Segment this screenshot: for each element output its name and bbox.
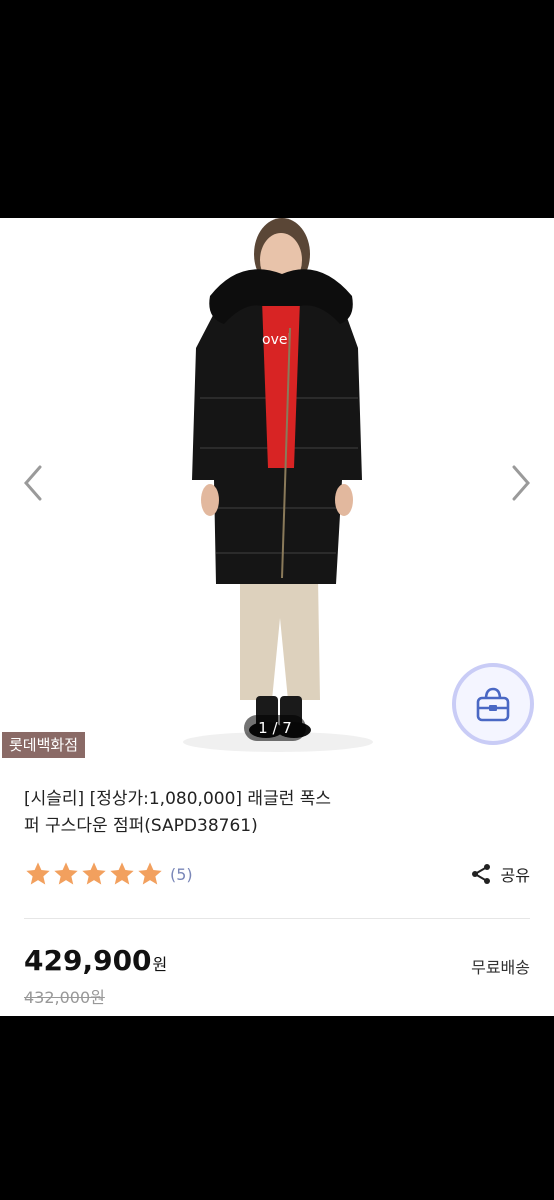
share-icon (471, 864, 490, 884)
product-title[interactable]: [시슬리] [정상가:1,080,000] 래글런 폭스 퍼 구스다운 점퍼(S… (24, 786, 384, 840)
product-screen: ovel 1 / 7 롯데백화점 [시슬리] [정상가:1,080,000] 래… (0, 218, 554, 1016)
share-label: 공유 (500, 866, 530, 885)
shipping-info: 무료배송 (471, 958, 530, 977)
review-count[interactable]: (5) (170, 865, 193, 884)
seller-badge: 롯데백화점 (2, 732, 86, 758)
price-amount: 429,900 (24, 944, 152, 977)
rating[interactable]: (5) (24, 860, 193, 888)
shopping-bag-button[interactable] (452, 663, 534, 745)
star-rating (24, 860, 164, 888)
product-title-line1: [시슬리] [정상가:1,080,000] 래글런 폭스 (24, 789, 332, 809)
next-image-button[interactable] (508, 463, 534, 503)
original-price: 432,000원 (24, 988, 105, 1007)
share-button[interactable]: 공유 (469, 862, 530, 886)
sale-price: 429,900원 (24, 944, 167, 977)
shirt-print: ovel (262, 332, 291, 348)
product-title-line2: 퍼 구스다운 점퍼(SAPD38761) (24, 816, 258, 836)
chevron-left-icon (24, 465, 42, 501)
image-counter: 1 / 7 (244, 715, 306, 741)
product-image-gallery[interactable]: ovel 1 / 7 롯데백화점 (0, 218, 554, 758)
previous-image-button[interactable] (20, 463, 46, 503)
chevron-right-icon (512, 465, 530, 501)
star-icon (138, 862, 162, 885)
star-icon (54, 862, 78, 885)
shopping-bag-icon (476, 687, 510, 722)
star-icon (82, 862, 106, 885)
divider (24, 918, 530, 919)
price-unit: 원 (152, 955, 168, 974)
star-icon (26, 862, 50, 885)
star-icon (110, 862, 134, 885)
